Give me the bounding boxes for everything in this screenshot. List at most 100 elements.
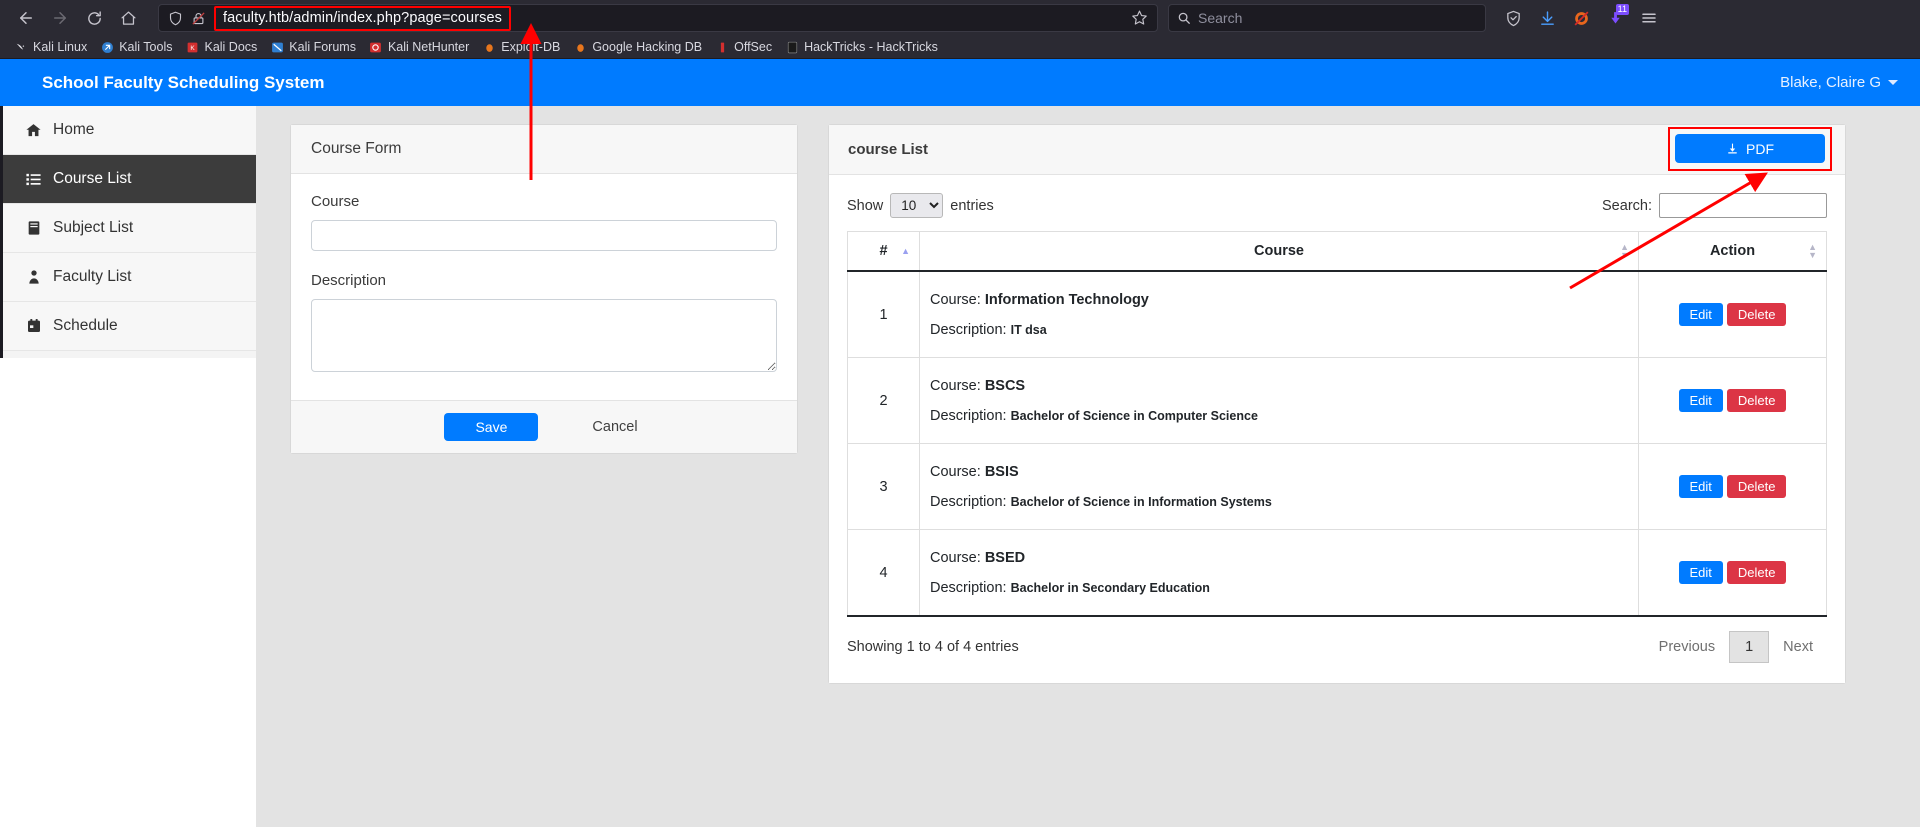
course-value: Information Technology — [984, 292, 1149, 308]
column-label: # — [879, 243, 888, 259]
course-table-body: 1 Course: Information Technology Descrip… — [847, 270, 1827, 617]
sidebar-item-faculty-list[interactable]: Faculty List — [3, 253, 256, 302]
row-course-line: Course: BSCS — [930, 378, 1628, 394]
pagination: Previous 1 Next — [1645, 631, 1827, 663]
table-header-row: # ▲ Course ▲ ▼ Action ▲ ▼ — [847, 231, 1827, 272]
delete-button[interactable]: Delete — [1726, 475, 1787, 498]
extension-icon[interactable] — [1566, 3, 1596, 33]
lock-crossed-icon[interactable] — [190, 10, 206, 26]
downloads-icon[interactable] — [1532, 3, 1562, 33]
cancel-button[interactable]: Cancel — [586, 418, 643, 436]
edit-button[interactable]: Edit — [1678, 303, 1723, 326]
browser-navigation-toolbar: faculty.htb/admin/index.php?page=courses… — [0, 0, 1920, 36]
user-menu-dropdown[interactable]: Blake, Claire G — [1780, 74, 1898, 91]
url-bar[interactable]: faculty.htb/admin/index.php?page=courses — [158, 4, 1158, 32]
home-button[interactable] — [112, 3, 144, 33]
bookmark-google-hacking-db[interactable]: Google Hacking DB — [567, 38, 708, 56]
delete-button[interactable]: Delete — [1726, 561, 1787, 584]
pdf-button-label: PDF — [1746, 140, 1774, 157]
bookmark-label: Exploit-DB — [501, 40, 561, 54]
application-window: School Faculty Scheduling System Blake, … — [0, 59, 1920, 827]
bookmark-hacktricks[interactable]: HackTricks - HackTricks — [779, 38, 944, 56]
edit-button[interactable]: Edit — [1678, 561, 1723, 584]
sidebar-item-label: Home — [53, 121, 95, 138]
search-input[interactable] — [1659, 193, 1827, 218]
pdf-button[interactable]: PDF — [1675, 134, 1825, 163]
bookmarks-bar: Kali Linux Kali Tools K Kali Docs Kali F… — [0, 36, 1920, 59]
list-icon — [24, 170, 43, 189]
exploit-db-icon — [482, 40, 496, 54]
bookmark-kali-tools[interactable]: Kali Tools — [94, 38, 178, 56]
column-header-course[interactable]: Course ▲ ▼ — [919, 231, 1639, 272]
pdf-button-highlight-box: PDF — [1668, 127, 1832, 171]
sidebar-item-subject-list[interactable]: Subject List — [3, 204, 256, 253]
user-name: Blake, Claire G — [1780, 74, 1881, 91]
course-input[interactable] — [311, 220, 777, 251]
description-textarea[interactable] — [311, 299, 777, 372]
bookmark-exploit-db[interactable]: Exploit-DB — [476, 38, 566, 56]
row-description-line: Description: Bachelor of Science in Info… — [930, 494, 1628, 510]
sidebar-item-home[interactable]: Home — [3, 106, 256, 155]
search-label: Search: — [1602, 197, 1652, 214]
reload-button[interactable] — [78, 3, 110, 33]
table-row: 3 Course: BSIS Description: Bachelor of … — [847, 443, 1827, 530]
forward-button[interactable] — [44, 3, 76, 33]
url-bar-icons — [167, 10, 212, 26]
delete-button[interactable]: Delete — [1726, 389, 1787, 412]
course-form-title: Course Form — [291, 125, 797, 174]
course-value: BSED — [984, 550, 1026, 566]
sidebar-item-course-list[interactable]: Course List — [3, 155, 256, 204]
description-prefix: Description: — [930, 494, 1007, 510]
edit-button[interactable]: Edit — [1678, 389, 1723, 412]
course-list-body: Show 10 25 50 100 entries Search: — [829, 175, 1845, 683]
pagination-previous[interactable]: Previous — [1645, 632, 1729, 662]
sidebar-item-label: Subject List — [53, 219, 134, 236]
bookmark-label: Kali NetHunter — [387, 40, 470, 54]
course-value: BSIS — [984, 464, 1019, 480]
browser-search-bar[interactable]: Search — [1168, 4, 1486, 32]
course-table: # ▲ Course ▲ ▼ Action ▲ ▼ 1 Course: Info… — [847, 231, 1827, 617]
row-course-cell: Course: BSIS Description: Bachelor of Sc… — [919, 443, 1639, 530]
back-button[interactable] — [10, 3, 42, 33]
chevron-down-icon — [1888, 80, 1898, 85]
row-number: 4 — [847, 529, 920, 617]
row-course-line: Course: BSED — [930, 550, 1628, 566]
download-manager-icon[interactable]: 11 — [1600, 3, 1630, 33]
sidebar-item-label: Schedule — [53, 317, 118, 334]
bookmark-kali-linux[interactable]: Kali Linux — [8, 38, 93, 56]
bookmark-offsec[interactable]: OffSec — [709, 38, 778, 56]
course-table-head: # ▲ Course ▲ ▼ Action ▲ ▼ — [847, 231, 1827, 272]
bookmark-star-icon[interactable] — [1131, 9, 1149, 27]
description-prefix: Description: — [930, 580, 1007, 596]
entries-info: Showing 1 to 4 of 4 entries — [847, 639, 1019, 655]
shield-icon[interactable] — [167, 10, 183, 26]
column-header-number[interactable]: # ▲ — [847, 231, 920, 272]
app-menu-icon[interactable] — [1634, 3, 1664, 33]
bookmark-kali-nethunter[interactable]: Kali NetHunter — [363, 38, 475, 56]
show-entries-control: Show 10 25 50 100 entries — [847, 193, 994, 218]
kali-tools-icon — [100, 40, 114, 54]
entries-per-page-select[interactable]: 10 25 50 100 — [890, 193, 944, 218]
row-description-line: Description: IT dsa — [930, 322, 1628, 338]
pagination-page-1[interactable]: 1 — [1729, 631, 1770, 663]
book-icon — [24, 219, 43, 238]
bookmark-label: OffSec — [734, 40, 773, 54]
column-header-action[interactable]: Action ▲ ▼ — [1638, 231, 1827, 272]
edit-button[interactable]: Edit — [1678, 475, 1723, 498]
bookmark-label: Kali Forums — [289, 40, 356, 54]
row-course-cell: Course: BSCS Description: Bachelor of Sc… — [919, 357, 1639, 444]
sidebar-item-label: Course List — [53, 170, 132, 187]
pocket-icon[interactable] — [1498, 3, 1528, 33]
pagination-next[interactable]: Next — [1769, 632, 1827, 662]
sidebar-item-schedule[interactable]: Schedule — [3, 302, 256, 351]
table-footer: Showing 1 to 4 of 4 entries Previous 1 N… — [847, 617, 1827, 671]
bookmark-kali-docs[interactable]: K Kali Docs — [179, 38, 263, 56]
url-text: faculty.htb/admin/index.php?page=courses — [223, 9, 503, 26]
delete-button[interactable]: Delete — [1726, 303, 1787, 326]
bookmark-label: Kali Linux — [33, 40, 88, 54]
bookmark-label: Kali Tools — [119, 40, 173, 54]
save-button[interactable]: Save — [444, 413, 539, 441]
download-count-badge: 11 — [1615, 4, 1629, 15]
bookmark-kali-forums[interactable]: Kali Forums — [264, 38, 362, 56]
course-list-header: course List PDF — [829, 125, 1845, 175]
